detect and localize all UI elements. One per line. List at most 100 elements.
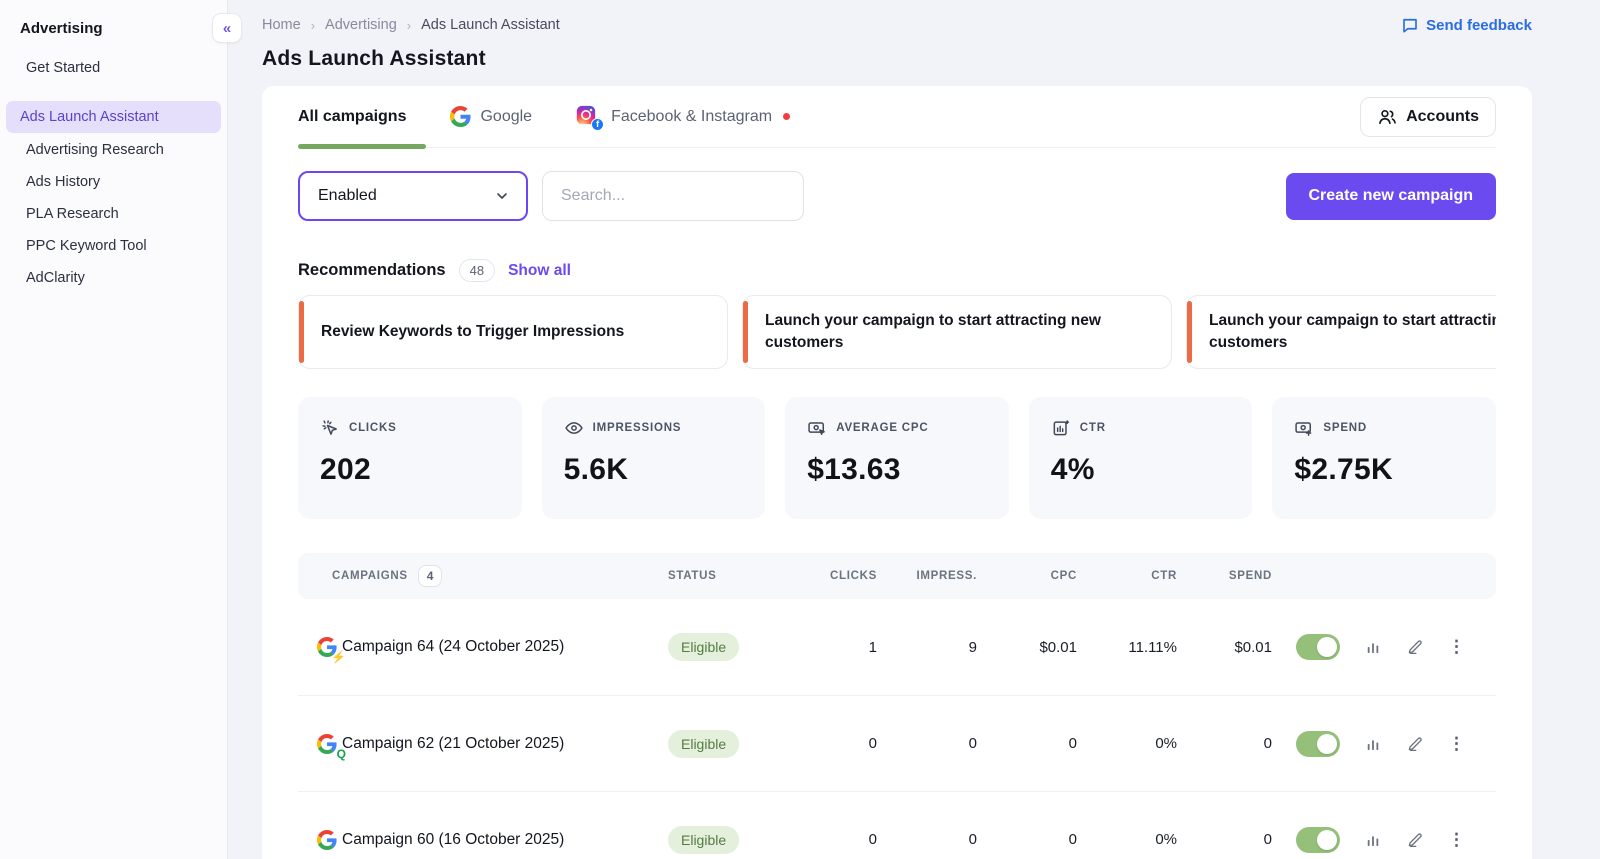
column-spend: SPEND [1228,570,1272,582]
cell-spend: $0.01 [1234,638,1272,656]
sidebar-item-pla-research[interactable]: PLA Research [6,199,221,229]
cell-impressions: 0 [968,831,977,848]
breadcrumb-current: Ads Launch Assistant [421,17,560,33]
stat-card-ctr: CTR 4% [1028,397,1253,519]
stat-value-clicks: 202 [320,453,371,486]
cell-cpc: 0 [1068,831,1077,848]
recommendation-accent-bar [743,301,748,363]
stat-label: SPEND [1323,422,1367,434]
recommendation-card[interactable]: Launch your campaign to start attracting… [742,295,1172,369]
notification-dot [783,113,791,120]
breadcrumb-advertising[interactable]: Advertising [325,17,397,33]
create-new-campaign-button[interactable]: Create new campaign [1285,172,1496,220]
sidebar: Advertising Get Started Ads Launch Assis… [0,0,228,859]
search-q-icon: Q [336,746,346,761]
recommendation-accent-bar [299,301,304,363]
column-ctr: CTR [1151,570,1177,582]
cursor-click-icon [320,418,340,438]
tab-facebook-instagram-label: Facebook & Instagram [611,107,773,125]
tab-facebook-instagram[interactable]: f Facebook & Instagram [576,86,791,147]
table-row: ⚡ Campaign 64 (24 October 2025) Eligible… [298,599,1496,695]
breadcrumb-home[interactable]: Home [262,17,301,33]
sidebar-item-ppc-keyword-tool[interactable]: PPC Keyword Tool [6,231,221,261]
stat-label: IMPRESSIONS [592,422,682,434]
cell-spend: 0 [1263,831,1272,848]
campaigns-panel: All campaigns Google f Facebook & Instag… [262,86,1532,859]
stats-row: CLICKS 202 IMPRESSIONS 5.6K AVERAGE CPC … [298,397,1496,519]
statistics-icon[interactable] [1364,831,1382,849]
status-filter-value: Enabled [318,187,377,204]
sidebar-item-ads-history[interactable]: Ads History [6,167,221,197]
stat-label: CTR [1079,422,1106,434]
column-status: STATUS [668,570,717,582]
campaign-enabled-toggle[interactable] [1296,634,1340,660]
campaign-name[interactable]: Campaign 60 (16 October 2025) [342,831,668,849]
accounts-button[interactable]: Accounts [1360,96,1496,137]
more-options-icon[interactable]: ⋮ [1448,637,1465,657]
campaign-name[interactable]: Campaign 62 (21 October 2025) [342,735,668,753]
filter-row: Enabled Create new campaign [298,171,1496,221]
row-controls: ⋮ [1288,634,1496,660]
sidebar-title: Advertising [20,20,103,37]
send-feedback-button[interactable]: Send feedback [1401,16,1532,34]
show-all-link[interactable]: Show all [508,262,571,280]
recommendation-cards: Review Keywords to Trigger Impressions L… [298,295,1496,369]
google-campaign-icon: ⚡ [312,634,346,664]
status-badge: Eligible [668,825,740,854]
accounts-button-label: Accounts [1406,107,1479,125]
campaigns-count-badge: 4 [417,565,443,587]
instagram-facebook-icon: f [576,105,605,131]
status-filter-select[interactable]: Enabled [298,171,528,221]
tab-google[interactable]: Google [450,86,532,147]
table-header: CAMPAIGNS 4 STATUS CLICKS IMPRESS. CPC C… [298,553,1496,599]
lightning-bolt-icon: ⚡ [331,650,346,664]
tab-all-campaigns-label: All campaigns [298,107,407,125]
breadcrumb-separator-icon: › [310,17,316,33]
edit-pencil-icon[interactable] [1406,638,1424,656]
feedback-bubble-icon [1401,16,1419,34]
collapse-sidebar-button[interactable]: « [212,13,242,43]
cell-impressions: 0 [968,735,977,752]
recommendation-text: Review Keywords to Trigger Impressions [321,322,625,340]
campaign-enabled-toggle[interactable] [1296,826,1340,853]
more-options-icon[interactable]: ⋮ [1448,734,1465,754]
recommendations-title: Recommendations [298,261,446,279]
status-badge: Eligible [668,729,740,758]
sidebar-item-advertising-research[interactable]: Advertising Research [6,135,221,165]
campaign-name[interactable]: Campaign 64 (24 October 2025) [342,638,668,656]
table-row: Campaign 60 (16 October 2025) Eligible 0… [298,791,1496,859]
stat-value-average-cpc: $13.63 [807,453,901,486]
column-campaigns: CAMPAIGNS [332,570,408,582]
search-input[interactable] [542,171,804,221]
recommendation-accent-bar [1187,301,1192,363]
collapse-sidebar-icon: « [222,19,232,37]
breadcrumb: Home › Advertising › Ads Launch Assistan… [262,17,560,33]
recommendation-text: Launch your campaign to start attracting… [765,311,1101,351]
campaign-enabled-toggle[interactable] [1296,730,1340,757]
sidebar-item-adclarity[interactable]: AdClarity [6,263,221,293]
cell-ctr: 0% [1155,831,1177,848]
main-content: Home › Advertising › Ads Launch Assistan… [228,0,1600,859]
money-cursor-icon [807,418,827,438]
topbar: Home › Advertising › Ads Launch Assistan… [262,16,1532,34]
platform-tabs: All campaigns Google f Facebook & Instag… [298,86,1496,149]
edit-pencil-icon[interactable] [1406,831,1424,849]
stat-label: CLICKS [349,422,397,434]
tab-all-campaigns[interactable]: All campaigns [298,86,406,147]
more-options-icon[interactable]: ⋮ [1448,830,1465,850]
statistics-icon[interactable] [1364,735,1382,753]
statistics-icon[interactable] [1364,638,1382,656]
stat-card-average-cpc: AVERAGE CPC $13.63 [785,397,1009,519]
cell-ctr: 0% [1155,735,1177,752]
active-tab-underline [298,144,426,149]
edit-pencil-icon[interactable] [1406,735,1424,753]
recommendation-card[interactable]: Launch your campaign to start attracting… [1186,295,1496,369]
table-row: Q Campaign 62 (21 October 2025) Eligible… [298,695,1496,791]
stat-value-impressions: 5.6K [563,453,629,486]
sidebar-item-get-started[interactable]: Get Started [6,53,221,83]
recommendation-text: Launch your campaign to start attracting… [1209,311,1496,351]
google-campaign-icon [312,827,342,853]
sidebar-item-ads-launch-assistant[interactable]: Ads Launch Assistant [6,101,221,133]
recommendation-card[interactable]: Review Keywords to Trigger Impressions [298,295,728,369]
stat-value-ctr: 4% [1050,453,1095,486]
